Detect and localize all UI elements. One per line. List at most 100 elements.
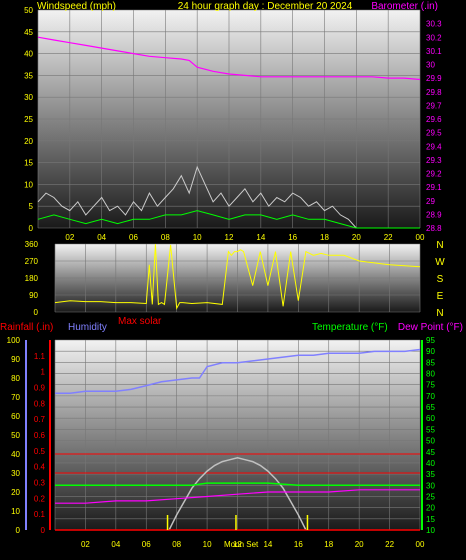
wind-x-tick-label: 12 [225, 233, 234, 242]
rainfall-tick-label: 0.5 [34, 447, 46, 456]
barometer-tick-label: 30.2 [426, 33, 442, 42]
dewpoint-axis-label: Dew Point (°F) [398, 322, 463, 333]
humidity-axis-label: Humidity [68, 322, 107, 333]
barometer-tick-label: 30 [426, 61, 435, 70]
rainfall-tick-label: 0.4 [34, 463, 46, 472]
humidity-x-tick-label: 18 [324, 540, 333, 549]
weather-graph-canvas: 0 5 10 15 20 25 30 35 40 45 50 28.8 28.9 29 29.1 29.2 29… [0, 0, 466, 555]
barometer-tick-label: 29.6 [426, 115, 442, 124]
wind-x-tick-label: 02 [65, 233, 74, 242]
temperature-tick-label: 75 [426, 381, 435, 390]
humidity-x-tick-label: 04 [111, 540, 120, 549]
compass-label: S [437, 274, 444, 285]
wind-x-tick-label: 14 [256, 233, 265, 242]
compass-label: E [437, 291, 444, 302]
temperature-tick-label: 70 [426, 392, 435, 401]
temperature-tick-label: 85 [426, 358, 435, 367]
humidity-tick-label: 20 [11, 488, 20, 497]
wind-x-tick-label: 20 [352, 233, 361, 242]
wind-x-tick-label: 16 [288, 233, 297, 242]
barometer-tick-label: 29.5 [426, 129, 442, 138]
barometer-tick-label: 30.1 [426, 47, 442, 56]
rainfall-tick-label: 0.6 [34, 431, 46, 440]
humidity-tick-label: 30 [11, 469, 20, 478]
humidity-x-tick-label: 22 [385, 540, 394, 549]
barometer-tick-label: 29.8 [426, 88, 442, 97]
chart-title: 24 hour graph day : December 20 2024 [178, 1, 353, 12]
rainfall-tick-label: 0.7 [34, 415, 46, 424]
compass-label: N [436, 240, 443, 251]
barometer-tick-label: 28.9 [426, 210, 442, 219]
compass-label: W [435, 257, 445, 268]
compass-label: N [436, 308, 443, 319]
rainfall-axis-label: Rainfall (.in) [0, 322, 53, 333]
rainfall-tick-label: 0.9 [34, 384, 46, 393]
humidity-tick-label: 50 [11, 431, 20, 440]
windspeed-tick-label: 20 [24, 137, 33, 146]
direction-tick-label: 0 [34, 308, 39, 317]
humidity-x-tick-label: 06 [142, 540, 151, 549]
rainfall-tick-label: 0.8 [34, 399, 46, 408]
wind-x-tick-label: 06 [129, 233, 138, 242]
temperature-tick-label: 45 [426, 448, 435, 457]
temperature-tick-label: 60 [426, 414, 435, 423]
temperature-axis-label: Temperature (°F) [312, 322, 388, 333]
windspeed-tick-label: 45 [24, 28, 33, 37]
windspeed-tick-label: 10 [24, 180, 33, 189]
wind-x-tick-label: 22 [384, 233, 393, 242]
temperature-tick-label: 50 [426, 437, 435, 446]
temperature-tick-label: 35 [426, 470, 435, 479]
moon-set-label: Moon Set [224, 540, 259, 549]
windspeed-tick-label: 30 [24, 93, 33, 102]
direction-tick-label: 270 [25, 257, 39, 266]
weather-chart-svg: 0510152025303540455028.828.92929.129.229… [0, 1, 463, 549]
barometer-tick-label: 29.1 [426, 183, 442, 192]
temperature-tick-label: 30 [426, 481, 435, 490]
temperature-tick-label: 80 [426, 370, 435, 379]
humidity-x-tick-label: 14 [263, 540, 272, 549]
temperature-tick-label: 10 [426, 526, 435, 535]
barometer-tick-label: 29 [426, 197, 435, 206]
rainfall-tick-label: 0.2 [34, 494, 46, 503]
humidity-x-tick-label: 10 [203, 540, 212, 549]
barometer-tick-label: 29.3 [426, 156, 442, 165]
humidity-tick-label: 70 [11, 393, 20, 402]
humidity-tick-label: 90 [11, 355, 20, 364]
humidity-tick-label: 0 [16, 526, 21, 535]
temperature-tick-label: 20 [426, 504, 435, 513]
humidity-x-tick-label: 08 [172, 540, 181, 549]
humidity-tick-label: 100 [7, 336, 21, 345]
windspeed-tick-label: 5 [29, 202, 34, 211]
humidity-x-tick-label: 20 [355, 540, 364, 549]
humidity-tick-label: 80 [11, 374, 20, 383]
wind-x-tick-label: 04 [97, 233, 106, 242]
rainfall-tick-label: 1 [41, 368, 46, 377]
temperature-tick-label: 95 [426, 336, 435, 345]
wind-x-tick-label: 10 [193, 233, 202, 242]
direction-tick-label: 360 [25, 240, 39, 249]
direction-tick-label: 180 [25, 274, 39, 283]
max-solar-label: Max solar [118, 316, 162, 327]
humidity-tick-label: 60 [11, 412, 20, 421]
direction-tick-label: 90 [29, 291, 38, 300]
humidity-x-tick-label: 16 [294, 540, 303, 549]
temperature-tick-label: 25 [426, 492, 435, 501]
barometer-tick-label: 29.9 [426, 74, 442, 83]
temperature-tick-label: 15 [426, 515, 435, 524]
barometer-tick-label: 30.3 [426, 20, 442, 29]
windspeed-tick-label: 35 [24, 71, 33, 80]
temperature-tick-label: 65 [426, 403, 435, 412]
rainfall-tick-label: 0.3 [34, 479, 46, 488]
barometer-tick-label: 29.7 [426, 101, 442, 110]
humidity-tick-label: 40 [11, 450, 20, 459]
windspeed-tick-label: 0 [29, 224, 34, 233]
temperature-tick-label: 40 [426, 459, 435, 468]
windspeed-axis-label: Windspeed (mph) [37, 1, 116, 12]
humidity-x-tick-label: 02 [81, 540, 90, 549]
wind-x-tick-label: 08 [161, 233, 170, 242]
barometer-axis-label: Barometer (.in) [371, 1, 438, 12]
barometer-tick-label: 29.4 [426, 142, 442, 151]
rainfall-tick-label: 0 [41, 526, 46, 535]
windspeed-tick-label: 25 [24, 115, 33, 124]
temperature-tick-label: 90 [426, 347, 435, 356]
